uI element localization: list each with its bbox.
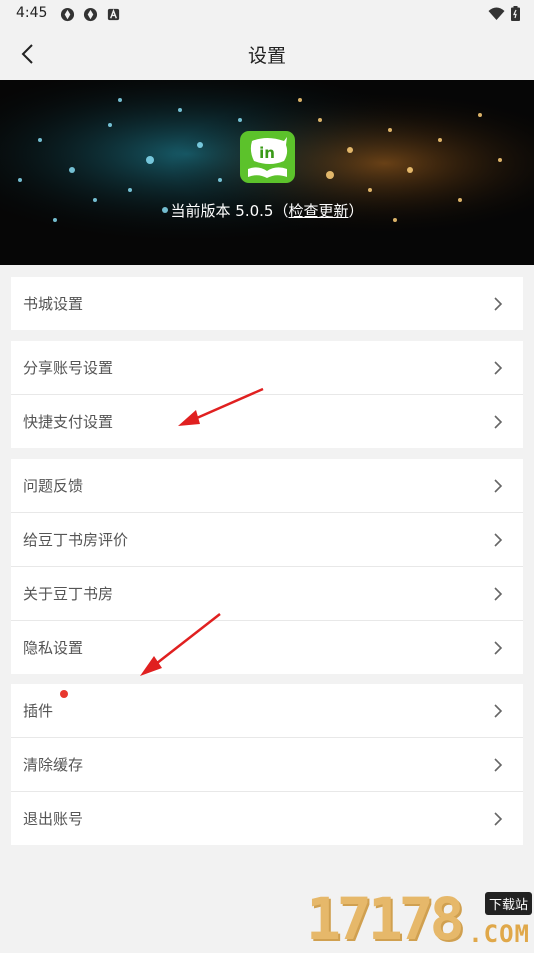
settings-group-about: 问题反馈 给豆丁书房评价 关于豆丁书房 隐私设置 (11, 459, 523, 674)
settings-item-label: 隐私设置 (23, 639, 84, 657)
app-header: 设置 (0, 28, 534, 80)
chevron-right-icon (494, 812, 503, 826)
chevron-right-icon (494, 704, 503, 718)
watermark-number: 17178 (306, 885, 465, 953)
watermark-domain: .COM (468, 920, 530, 948)
settings-item-label: 分享账号设置 (23, 359, 114, 377)
chevron-right-icon (494, 758, 503, 772)
chevron-right-icon (494, 533, 503, 547)
settings-item-about[interactable]: 关于豆丁书房 (11, 567, 523, 621)
settings-item-label: 给豆丁书房评价 (23, 531, 129, 549)
chevron-right-icon (494, 479, 503, 493)
notification-icons (60, 7, 121, 22)
settings-item-label: 快捷支付设置 (23, 413, 114, 431)
app-notification-icon (60, 7, 75, 22)
app-notification-icon (107, 8, 120, 21)
settings-item-label: 插件 (23, 702, 54, 720)
page-title: 设置 (247, 45, 286, 67)
status-bar: 4:45 (0, 0, 534, 28)
site-watermark: 17178 下载站 .COM (306, 888, 532, 950)
new-badge (60, 690, 68, 698)
chevron-right-icon (494, 361, 503, 375)
settings-item-plugins[interactable]: 插件 (11, 684, 523, 738)
version-info: 当前版本 5.0.5（检查更新） (0, 200, 534, 221)
version-banner: in 当前版本 5.0.5（检查更新） (0, 80, 534, 265)
settings-item-quick-pay[interactable]: 快捷支付设置 (11, 395, 523, 448)
settings-item-feedback[interactable]: 问题反馈 (11, 459, 523, 513)
settings-item-label: 清除缓存 (23, 756, 84, 774)
settings-item-privacy[interactable]: 隐私设置 (11, 621, 523, 674)
status-time: 4:45 (16, 5, 48, 21)
chevron-right-icon (494, 415, 503, 429)
settings-group-account: 分享账号设置 快捷支付设置 (11, 341, 523, 448)
settings-item-label: 书城设置 (23, 295, 84, 313)
version-close: ） (348, 202, 364, 220)
check-update-link[interactable]: 检查更新 (288, 202, 348, 220)
chevron-right-icon (494, 641, 503, 655)
settings-item-clear-cache[interactable]: 清除缓存 (11, 738, 523, 792)
settings-item-share-account[interactable]: 分享账号设置 (11, 341, 523, 395)
settings-item-label: 退出账号 (23, 810, 84, 828)
settings-item-store[interactable]: 书城设置 (11, 277, 523, 330)
settings-group-system: 插件 清除缓存 退出账号 (11, 684, 523, 845)
wifi-icon (488, 7, 505, 20)
version-text: 当前版本 5.0.5（ (170, 202, 289, 220)
watermark-tag: 下载站 (484, 892, 532, 915)
settings-item-rate-app[interactable]: 给豆丁书房评价 (11, 513, 523, 567)
settings-item-label: 问题反馈 (23, 477, 84, 495)
system-icons (488, 6, 520, 21)
settings-item-label: 关于豆丁书房 (23, 585, 114, 603)
app-notification-icon (83, 7, 98, 22)
app-logo-icon: in (240, 131, 295, 183)
battery-icon (511, 6, 520, 21)
settings-group-store: 书城设置 (11, 277, 523, 330)
chevron-right-icon (494, 587, 503, 601)
logo-text: in (259, 144, 275, 162)
settings-item-logout[interactable]: 退出账号 (11, 792, 523, 845)
chevron-right-icon (494, 297, 503, 311)
